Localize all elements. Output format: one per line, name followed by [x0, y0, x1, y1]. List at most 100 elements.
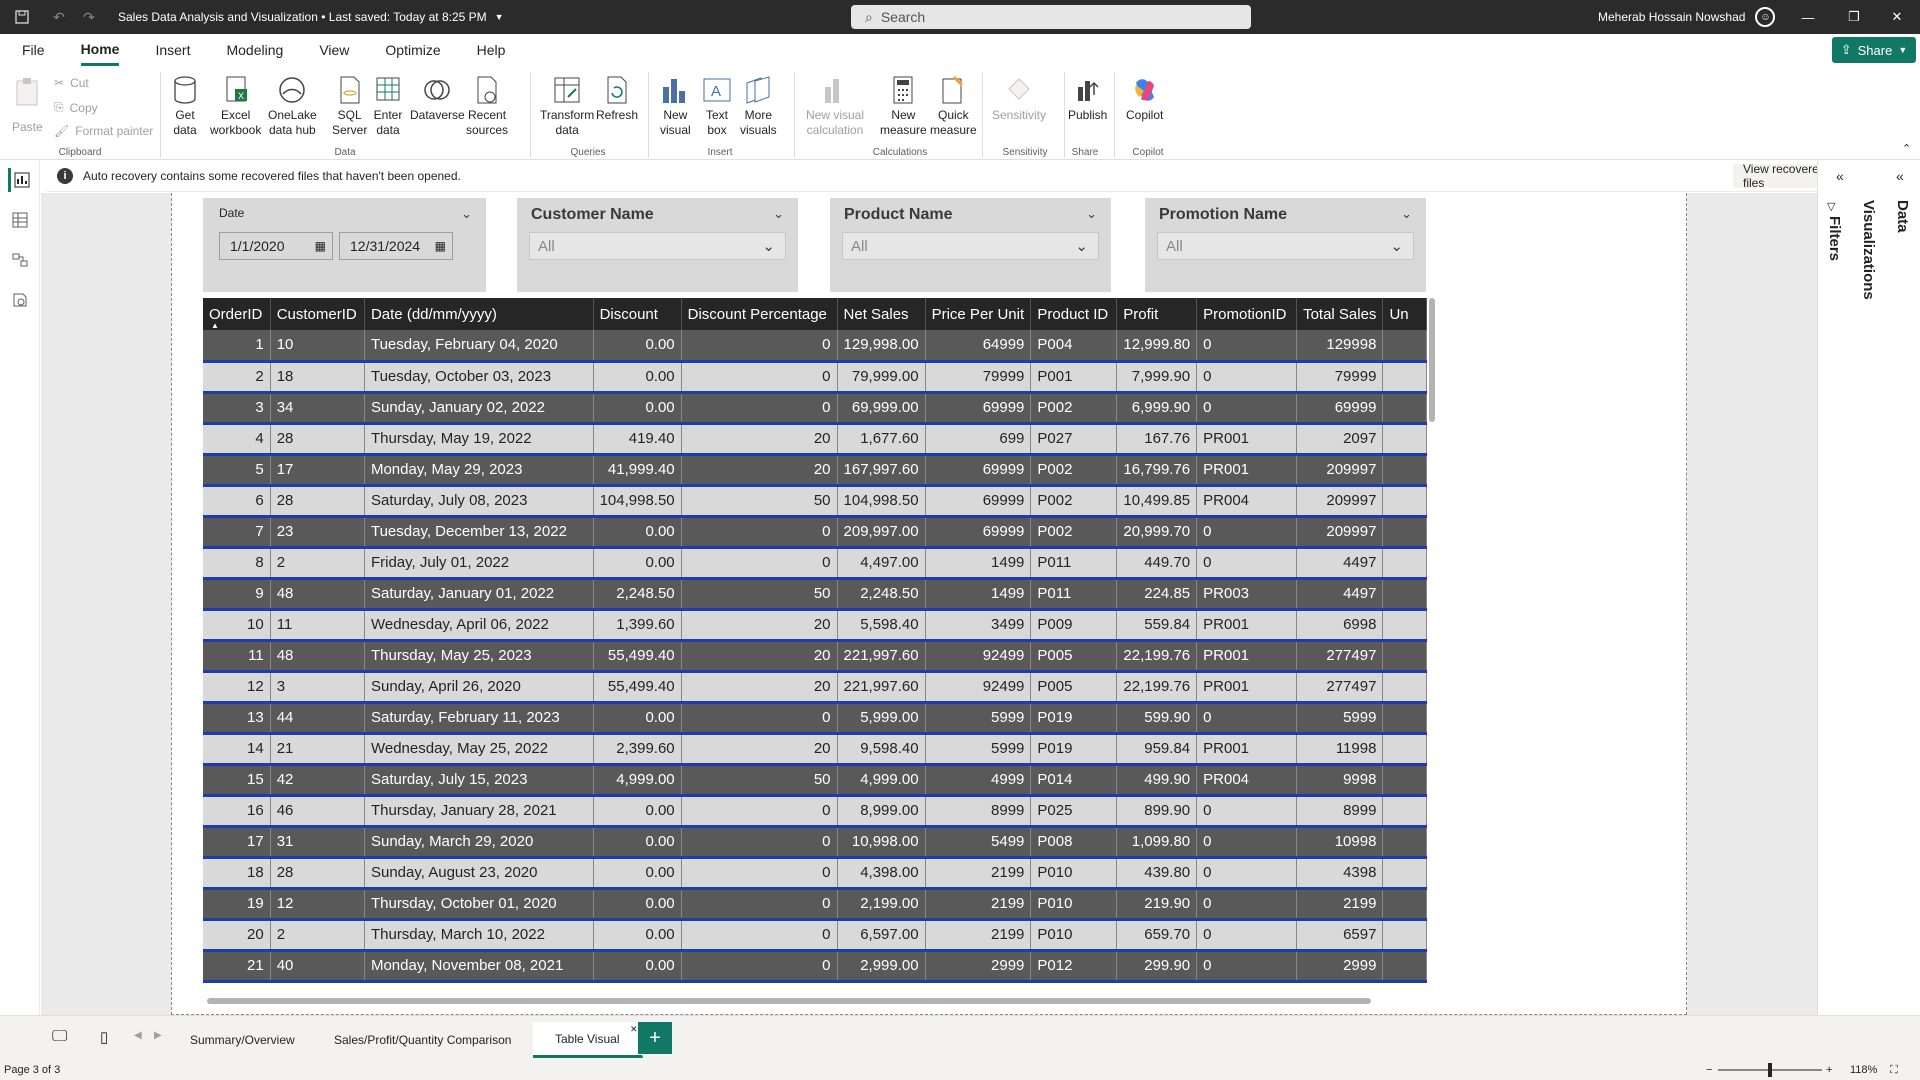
minimize-icon[interactable]: — — [1785, 0, 1831, 34]
new-visual-calculation-button[interactable]: New visual calculation — [806, 74, 864, 138]
copilot-button[interactable]: Copilot — [1126, 74, 1163, 123]
table-row[interactable]: 20 2 Thursday, March 10, 2022 0.00 0 6,597.00… — [203, 919, 1427, 952]
publish-button[interactable]: Publish — [1068, 74, 1107, 123]
user-account[interactable]: Meherab Hossain Nowshad ☺ — [1598, 0, 1776, 34]
table-row[interactable]: 17 31 Sunday, March 29, 2020 0.00 0 10,998.00… — [203, 826, 1427, 859]
menu-modeling[interactable]: Modeling — [208, 34, 301, 66]
desktop-layout-icon[interactable]: 🖵 — [52, 1028, 67, 1046]
menu-insert[interactable]: Insert — [137, 34, 208, 66]
table-horizontal-scrollbar[interactable] — [203, 998, 1427, 1004]
column-header[interactable]: Profit — [1116, 298, 1198, 330]
column-header[interactable]: Net Sales — [837, 298, 926, 330]
text-box-button[interactable]: A Text box — [702, 74, 732, 138]
table-row[interactable]: 4 28 Thursday, May 19, 2022 419.40 20 1,677.6… — [203, 423, 1427, 456]
calendar-icon[interactable]: ▦ — [435, 239, 446, 253]
restore-icon[interactable]: ❐ — [1831, 0, 1877, 34]
dataverse-button[interactable]: Dataverse — [410, 74, 465, 123]
next-page-icon[interactable]: ▶ — [154, 1030, 162, 1041]
format-painter-button[interactable]: 🖌 Format painter — [54, 124, 153, 138]
excel-workbook-button[interactable]: X Excel workbook — [210, 74, 261, 138]
paste-button[interactable]: Paste — [12, 76, 43, 135]
new-visual-button[interactable]: New visual — [660, 74, 691, 138]
date-slicer[interactable]: Date ⌄ 1/1/2020 ▦ 12/31/2024 ▦ — [203, 198, 486, 292]
menu-home[interactable]: Home — [63, 34, 138, 66]
menu-view[interactable]: View — [301, 34, 367, 66]
data-pane-tab[interactable]: Data — [1894, 200, 1911, 233]
expand-filters-icon[interactable]: « — [1836, 168, 1844, 184]
sales-table-visual[interactable]: OrderID ▲ CustomerID Date (dd/mm/yyyy) Disco… — [203, 298, 1427, 998]
title-dropdown-icon[interactable]: ▼ — [495, 12, 504, 22]
table-row[interactable]: 1 10 Tuesday, February 04, 2020 0.00 0 129,99… — [203, 330, 1427, 363]
table-row[interactable]: 18 28 Sunday, August 23, 2020 0.00 0 4,398.00… — [203, 857, 1427, 890]
column-header[interactable]: PromotionID — [1196, 298, 1298, 330]
table-row[interactable]: 6 28 Saturday, July 08, 2023 104,998.50 50 10… — [203, 485, 1427, 518]
table-vertical-scrollbar[interactable] — [1429, 298, 1435, 422]
undo-icon[interactable]: ↶ — [44, 0, 74, 34]
promotion-name-dropdown[interactable]: All ⌄ — [1157, 232, 1414, 260]
redo-icon[interactable]: ↷ — [74, 0, 104, 34]
refresh-button[interactable]: Refresh — [596, 74, 638, 123]
chevron-down-icon[interactable]: ⌄ — [1086, 206, 1097, 222]
customer-name-dropdown[interactable]: All ⌄ — [529, 232, 786, 260]
model-view-icon[interactable] — [8, 248, 32, 272]
close-icon[interactable]: ✕ — [1874, 0, 1920, 34]
table-row[interactable]: 7 23 Tuesday, December 13, 2022 0.00 0 209,99… — [203, 516, 1427, 549]
visualizations-pane-tab[interactable]: Visualizations — [1860, 200, 1877, 300]
column-header[interactable]: Un — [1382, 298, 1427, 330]
recent-sources-button[interactable]: Recent sources — [466, 74, 508, 138]
column-header[interactable]: Discount — [593, 298, 682, 330]
table-row[interactable]: 10 11 Wednesday, April 06, 2022 1,399.60 20 5… — [203, 609, 1427, 642]
page-tab-summary-overview[interactable]: Summary/Overview — [168, 1022, 318, 1058]
table-row[interactable]: 14 21 Wednesday, May 25, 2022 2,399.60 20 9,5… — [203, 733, 1427, 766]
zoom-out-icon[interactable]: − — [1706, 1064, 1712, 1076]
add-page-button[interactable]: + — [638, 1022, 672, 1054]
chevron-down-icon[interactable]: ⌄ — [1401, 206, 1412, 222]
new-measure-button[interactable]: New measure — [880, 74, 927, 138]
table-view-icon[interactable] — [8, 208, 32, 232]
date-from-input[interactable]: 1/1/2020 ▦ — [219, 232, 333, 260]
table-row[interactable]: 21 40 Monday, November 08, 2021 0.00 0 2,999.… — [203, 950, 1427, 983]
table-row[interactable]: 8 2 Friday, July 01, 2022 0.00 0 4,497.00 1499… — [203, 547, 1427, 580]
copy-button[interactable]: ⎘ Copy — [54, 100, 98, 115]
chevron-down-icon[interactable]: ⌄ — [461, 206, 472, 222]
table-row[interactable]: 12 3 Sunday, April 26, 2020 55,499.40 20 221,… — [203, 671, 1427, 704]
table-row[interactable]: 13 44 Saturday, February 11, 2023 0.00 0 5,99… — [203, 702, 1427, 735]
fit-to-page-icon[interactable]: ⛶ — [1890, 1064, 1898, 1077]
get-data-button[interactable]: Get data — [170, 74, 200, 138]
zoom-slider-thumb[interactable] — [1768, 1063, 1772, 1077]
menu-help[interactable]: Help — [459, 34, 524, 66]
close-tab-icon[interactable]: ✕ — [630, 1024, 638, 1035]
menu-optimize[interactable]: Optimize — [367, 34, 458, 66]
search-box[interactable]: ⌕ Search — [851, 5, 1251, 29]
date-to-input[interactable]: 12/31/2024 ▦ — [339, 232, 453, 260]
share-button[interactable]: ⇪ Share ▼ — [1832, 37, 1916, 63]
zoom-in-icon[interactable]: + — [1826, 1064, 1832, 1076]
sql-server-button[interactable]: SQL Server — [332, 74, 367, 138]
table-row[interactable]: 11 48 Thursday, May 25, 2023 55,499.40 20 221… — [203, 640, 1427, 673]
avatar-icon[interactable]: ☺ — [1755, 7, 1776, 27]
calendar-icon[interactable]: ▦ — [315, 239, 326, 253]
column-header[interactable]: Price Per Unit — [925, 298, 1032, 330]
table-row[interactable]: 16 46 Thursday, January 28, 2021 0.00 0 8,999… — [203, 795, 1427, 828]
cut-button[interactable]: ✂ Cut — [54, 76, 89, 90]
chevron-down-icon[interactable]: ⌄ — [773, 206, 784, 222]
column-header[interactable]: Total Sales — [1296, 298, 1384, 330]
zoom-slider[interactable] — [1718, 1063, 1822, 1077]
transform-data-button[interactable]: Transform data — [540, 74, 594, 138]
page-tab-sales-profit-quantity[interactable]: Sales/Profit/Quantity Comparison — [312, 1022, 535, 1058]
table-row[interactable]: 2 18 Tuesday, October 03, 2023 0.00 0 79,999.… — [203, 361, 1427, 394]
column-header[interactable]: Discount Percentage — [681, 298, 838, 330]
dax-query-view-icon[interactable] — [8, 288, 32, 312]
page-tab-table-visual[interactable]: Table Visual ✕ — [533, 1022, 643, 1058]
column-header[interactable]: Product ID — [1030, 298, 1118, 330]
quick-measure-button[interactable]: Quick measure — [930, 74, 977, 138]
expand-data-icon[interactable]: « — [1896, 168, 1904, 184]
table-row[interactable]: 9 48 Saturday, January 01, 2022 2,248.50 50 2… — [203, 578, 1427, 611]
table-row[interactable]: 15 42 Saturday, July 15, 2023 4,999.00 50 4,9… — [203, 764, 1427, 797]
product-name-dropdown[interactable]: All ⌄ — [842, 232, 1099, 260]
column-header[interactable]: Date (dd/mm/yyyy) — [364, 298, 594, 330]
mobile-layout-icon[interactable]: ▯ — [100, 1028, 108, 1046]
menu-file[interactable]: File — [0, 34, 63, 66]
sensitivity-button[interactable]: Sensitivity — [992, 74, 1046, 123]
save-icon[interactable] — [0, 0, 44, 34]
